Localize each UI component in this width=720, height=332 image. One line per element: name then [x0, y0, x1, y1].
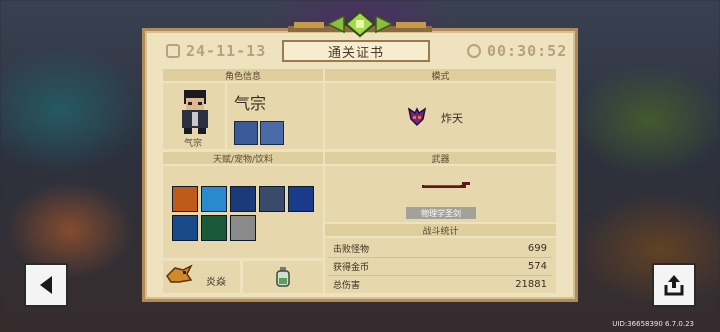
stat-label: 总伤害	[333, 281, 361, 291]
share-icon	[664, 275, 684, 296]
skill-slash-icon	[234, 121, 258, 145]
back-arrow-icon	[40, 276, 52, 294]
certificate-time: 00:30:52	[467, 42, 567, 60]
stat-label: 获得金币	[333, 263, 370, 273]
mode-name: 炸天	[441, 112, 463, 125]
hero-portrait-icon	[182, 90, 208, 134]
section-header-character: 角色信息	[163, 69, 323, 82]
talent-shield-icon	[230, 186, 256, 212]
section-header-battle-stats: 战斗统计	[325, 224, 556, 237]
section-header-weapon: 武器	[325, 152, 556, 165]
certificate-date: 24-11-13	[166, 42, 266, 60]
talent-brain-icon	[172, 215, 198, 241]
talent-green-shield-icon	[201, 215, 227, 241]
stat-value: 699	[527, 243, 547, 254]
stat-row-damage: 总伤害 21881	[328, 276, 552, 293]
crest-ornament-icon	[288, 12, 432, 38]
stat-value: 21881	[515, 279, 547, 290]
share-button[interactable]	[652, 263, 696, 307]
stat-value: 574	[527, 261, 547, 272]
talent-fire-icon	[172, 186, 198, 212]
talent-blade-icon	[201, 186, 227, 212]
certificate-title: 通关证书	[282, 40, 430, 62]
skill-yin-yang-icon	[260, 121, 284, 145]
stat-row-gold: 获得金币 574	[328, 258, 552, 275]
talents-box	[163, 166, 323, 258]
uid-version-text: UID:36658390 6.7.0.23	[612, 320, 694, 328]
pet-name: 炎焱	[206, 277, 226, 288]
pet-dragon-icon	[166, 264, 193, 283]
character-name-small: 气宗	[184, 139, 203, 149]
mode-skull-icon	[407, 107, 427, 127]
back-button[interactable]	[24, 263, 68, 307]
section-header-talents: 天赋/宠物/饮料	[163, 152, 323, 165]
stat-label: 击败怪物	[333, 245, 370, 255]
calendar-icon	[166, 44, 180, 58]
clock-icon	[467, 44, 481, 58]
talent-scroll-icon	[230, 215, 256, 241]
weapon-name: 物理学圣剑	[406, 207, 476, 219]
date-text: 24-11-13	[186, 42, 267, 60]
section-header-mode: 模式	[325, 69, 556, 82]
weapon-crowbar-icon	[422, 182, 470, 188]
talent-shield-plus-icon	[288, 186, 314, 212]
character-name: 气宗	[234, 94, 267, 113]
talent-shuriken-icon	[259, 186, 285, 212]
time-text: 00:30:52	[487, 42, 568, 60]
drink-potion-icon	[276, 267, 290, 287]
stat-row-kills: 击败怪物 699	[328, 240, 552, 257]
